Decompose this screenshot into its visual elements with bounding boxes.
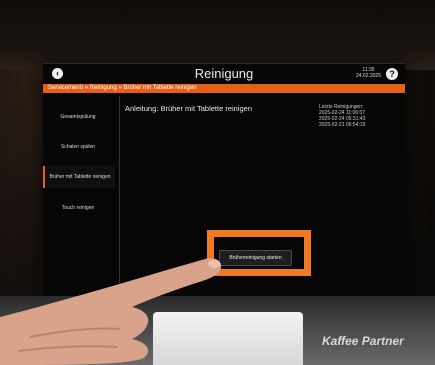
sidebar-item-label: Touch reinigen (61, 205, 95, 211)
breadcrumb: Servicemenü » Reinigung » Brüher mit Tab… (43, 84, 405, 93)
brand-logo: Kaffee Partner (322, 334, 404, 348)
sidebar-item-gesamtspuelung[interactable]: Gesamtspülung (43, 106, 113, 128)
help-button[interactable]: ? (386, 68, 398, 80)
sidebar-item-label: Gesamtspülung (60, 114, 96, 120)
sidebar-item-touch-reinigen[interactable]: Touch reinigen (43, 197, 113, 219)
datetime: 11:35 24.02.2025 (356, 67, 381, 79)
date-label: 24.02.2025 (355, 73, 381, 79)
help-icon: ? (389, 69, 395, 79)
cleaning-history: Letzte Reinigungen: 2025-02-24 11:06:07 … (319, 104, 365, 128)
history-entry: 2025-02-21 06:54:19 (319, 122, 366, 128)
page-title: Reinigung (194, 66, 254, 81)
top-bar: ‹ Reinigung 11:35 24.02.2025 ? (43, 64, 405, 84)
pointing-hand-icon (0, 258, 222, 365)
sidebar-item-label: Brüher mit Tablette reinigen (49, 174, 111, 180)
sidebar-item-schalen-spuelen[interactable]: Schalen spülen (43, 136, 113, 158)
sidebar-item-brueher-reinigen[interactable]: Brüher mit Tablette reinigen (43, 166, 115, 188)
instruction-text: Anleitung: Brüher mit Tablette reinigen (125, 104, 253, 113)
sidebar-item-label: Schalen spülen (60, 144, 96, 150)
machine-housing (0, 0, 435, 70)
